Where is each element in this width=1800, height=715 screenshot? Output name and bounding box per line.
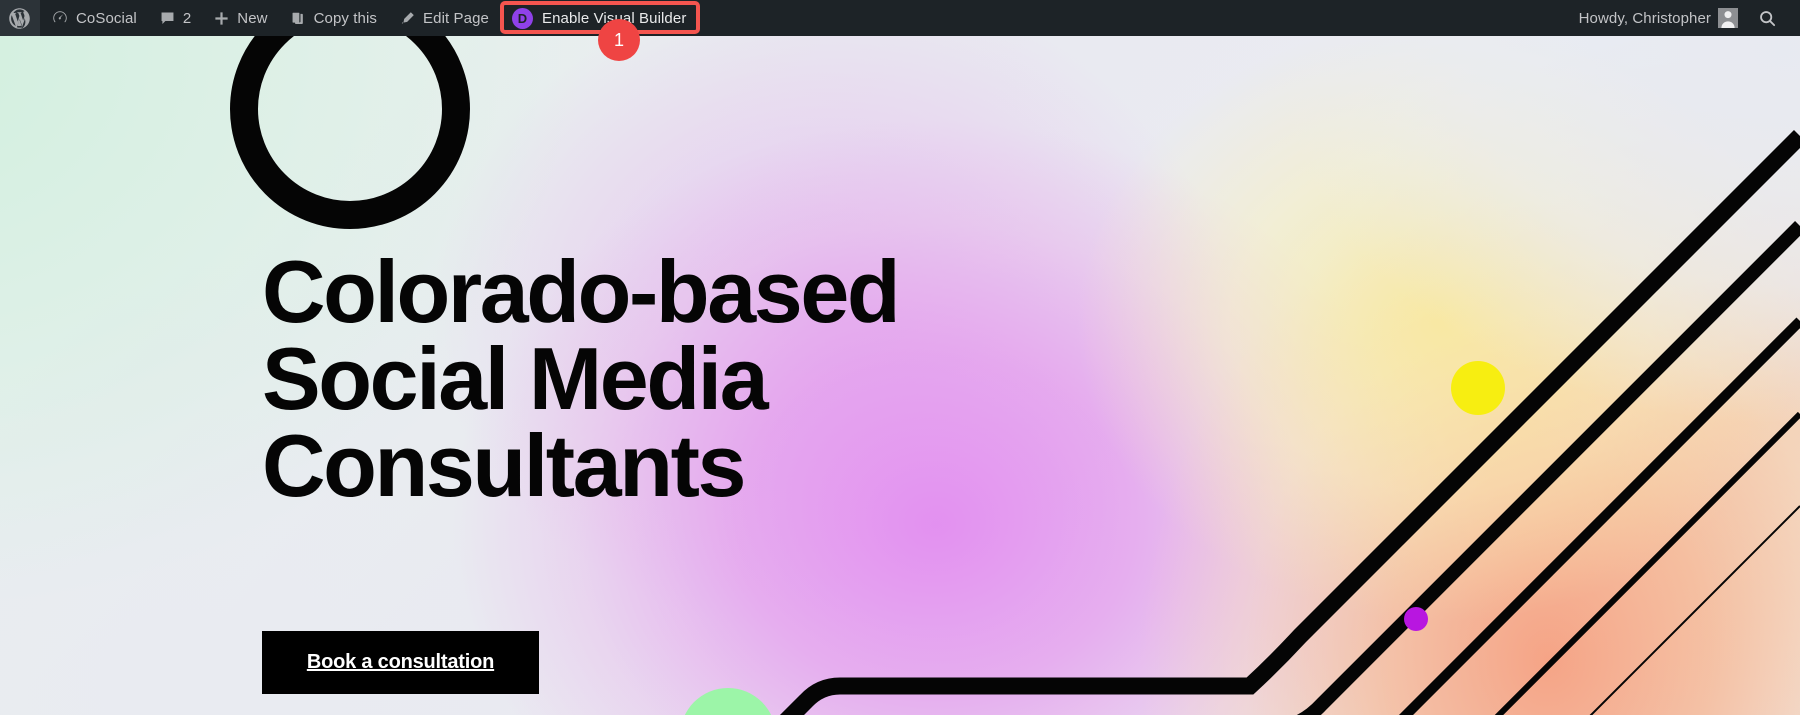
- edit-page-label: Edit Page: [423, 9, 489, 27]
- wordpress-logo-icon: [9, 7, 30, 29]
- edit-page-menu[interactable]: Edit Page: [388, 0, 500, 36]
- site-name-menu[interactable]: CoSocial: [40, 0, 148, 36]
- wp-admin-bar: CoSocial 2 New Copy this Edit Page D Ena…: [0, 0, 1800, 36]
- site-name-label: CoSocial: [76, 9, 137, 27]
- admin-bar-left-group: CoSocial 2 New Copy this Edit Page D Ena…: [0, 0, 698, 36]
- my-account-menu[interactable]: Howdy, Christopher: [1568, 0, 1749, 36]
- page-title-line-3: Consultants: [262, 416, 746, 516]
- page-title-line-2: Social Media: [262, 329, 769, 429]
- copy-this-menu[interactable]: Copy this: [279, 0, 388, 36]
- annotation-step-badge: 1: [598, 19, 640, 61]
- divi-logo-icon: D: [512, 7, 533, 29]
- comment-bubble-icon: [159, 10, 176, 27]
- plus-icon: [213, 10, 230, 27]
- copy-this-label: Copy this: [313, 9, 378, 27]
- copy-pages-icon: [290, 10, 307, 27]
- admin-bar-right-group: Howdy, Christopher: [1568, 0, 1800, 36]
- page-title-line-1: Colorado-based: [262, 242, 901, 341]
- book-consultation-button[interactable]: Book a consultation: [262, 631, 539, 694]
- divi-logo-letter: D: [517, 10, 528, 26]
- hero-section: Colorado-based Social Media Consultants …: [0, 36, 1800, 715]
- comments-menu[interactable]: 2: [148, 0, 202, 36]
- howdy-label: Howdy, Christopher: [1578, 9, 1711, 27]
- hero-content: Colorado-based Social Media Consultants …: [0, 36, 1800, 715]
- search-menu[interactable]: [1749, 0, 1786, 36]
- page-title: Colorado-based Social Media Consultants: [262, 242, 1082, 516]
- user-avatar-icon: [1718, 8, 1738, 28]
- comments-count: 2: [182, 9, 192, 27]
- new-content-label: New: [237, 9, 268, 27]
- search-icon: [1758, 9, 1777, 28]
- wordpress-logo-menu[interactable]: [0, 0, 40, 36]
- pencil-icon: [399, 10, 416, 27]
- dashboard-icon: [51, 9, 69, 27]
- new-content-menu[interactable]: New: [202, 0, 278, 36]
